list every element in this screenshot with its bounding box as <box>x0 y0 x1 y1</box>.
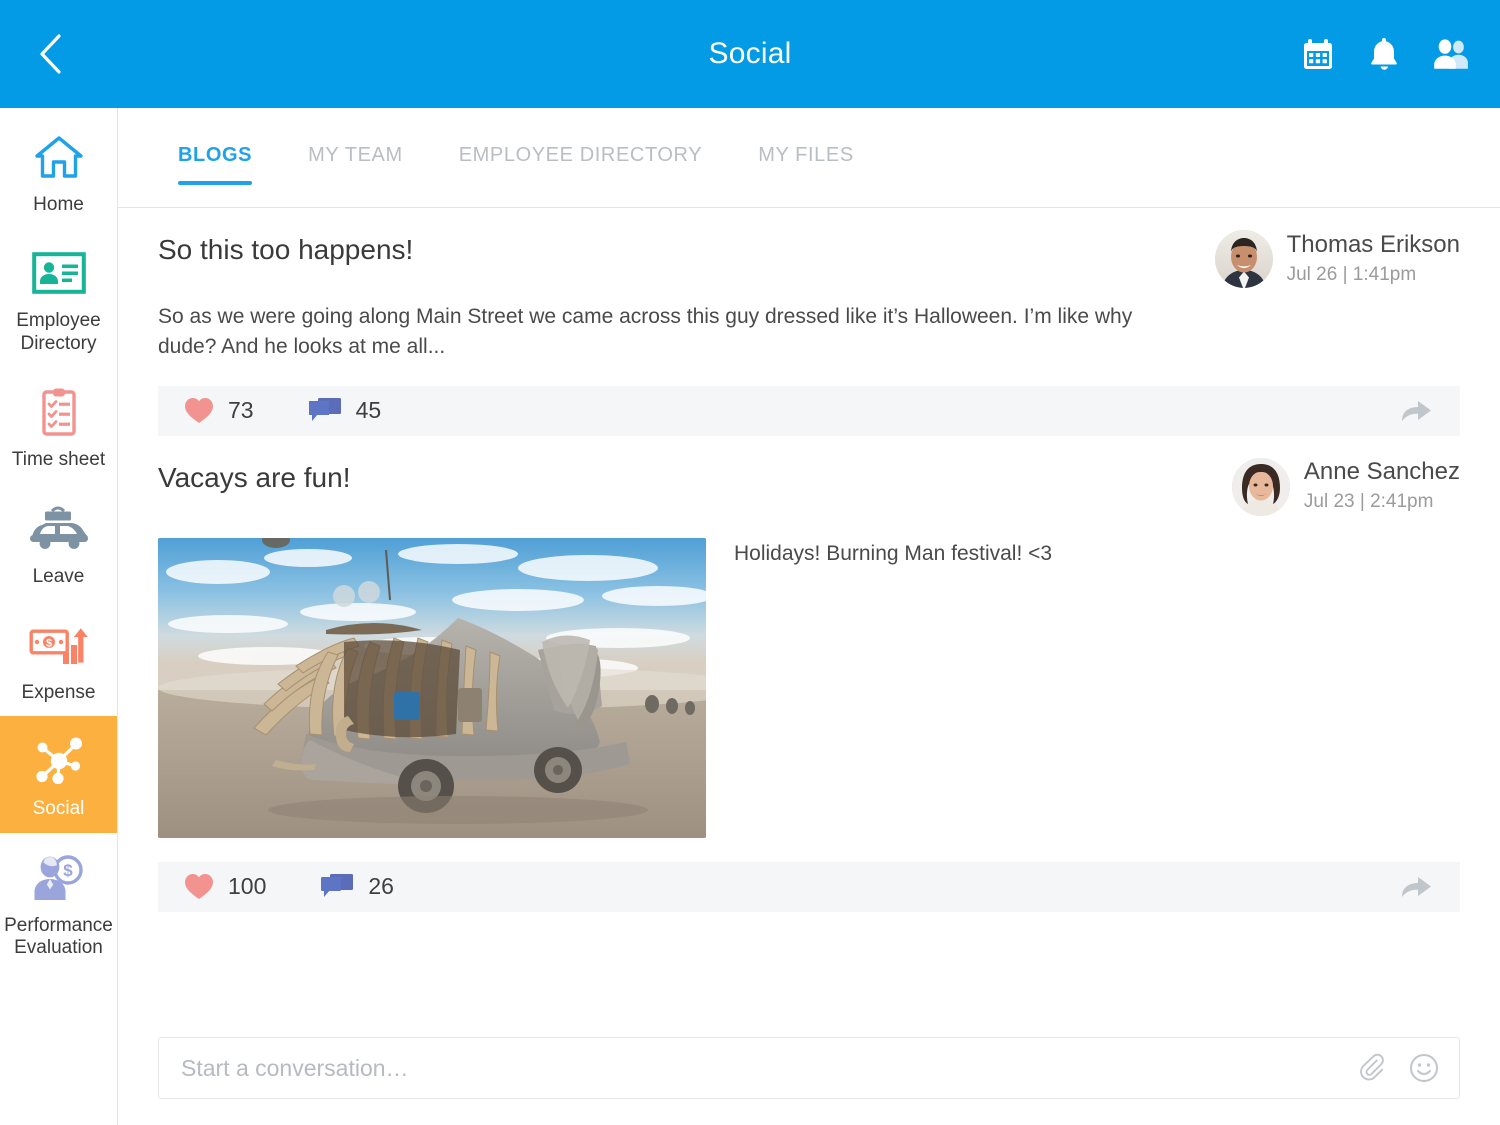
sidebar-item-performance-evaluation[interactable]: $ Performance Evaluation <box>0 833 117 972</box>
header-actions <box>1298 34 1500 74</box>
left-sidebar: Home Employee Directory Time sheet Leave… <box>0 108 118 1125</box>
clipboard-checklist-icon <box>37 383 81 441</box>
contacts-button[interactable] <box>1430 34 1470 74</box>
sidebar-item-label: Leave <box>32 565 85 587</box>
sidebar-item-employee-directory[interactable]: Employee Directory <box>0 228 117 367</box>
app-root: Social Home Employee Directory Time shee… <box>0 0 1500 1125</box>
post-header: Vacays are fun! Anne Sanchez Jul 23 | 2:… <box>158 457 1460 516</box>
calendar-button[interactable] <box>1298 34 1338 74</box>
avatar <box>1214 230 1273 288</box>
tab-blogs[interactable]: BLOGS <box>150 138 280 197</box>
body-container: Home Employee Directory Time sheet Leave… <box>0 108 1500 1125</box>
sidebar-item-home[interactable]: Home <box>0 112 117 228</box>
notifications-button[interactable] <box>1364 34 1404 74</box>
sidebar-item-label: Social <box>32 798 85 820</box>
comment-group[interactable]: 26 <box>320 873 394 901</box>
post-author[interactable]: Thomas Erikson Jul 26 | 1:41pm <box>1195 230 1460 288</box>
author-meta: Anne Sanchez Jul 23 | 2:41pm <box>1304 458 1460 514</box>
sidebar-item-label: Employee Directory <box>16 310 101 354</box>
attach-button[interactable] <box>1357 1053 1387 1083</box>
blog-post: So this too happens! Thomas Erikson Jul … <box>158 208 1460 436</box>
bell-icon <box>1371 38 1397 70</box>
like-count: 100 <box>228 873 267 900</box>
post-media-row: Holidays! Burning Man festival! <3 <box>158 537 1460 838</box>
composer-area <box>118 1037 1500 1125</box>
author-name: Thomas Erikson <box>1286 230 1460 258</box>
svg-text:$: $ <box>63 861 73 880</box>
heart-icon <box>185 398 213 424</box>
sidebar-item-time-sheet[interactable]: Time sheet <box>0 367 117 483</box>
post-photo[interactable] <box>158 537 706 838</box>
share-button[interactable] <box>1398 872 1434 902</box>
post-author[interactable]: Anne Sanchez Jul 23 | 2:41pm <box>1212 457 1460 516</box>
tab-my-team[interactable]: MY TEAM <box>280 138 431 197</box>
post-title: Vacays are fun! <box>158 461 351 493</box>
conversation-input[interactable] <box>181 1054 1357 1082</box>
like-group[interactable]: 73 <box>184 397 254 424</box>
avatar <box>1231 457 1290 516</box>
share-arrow-icon <box>1402 400 1431 421</box>
main-content: BLOGS MY TEAM EMPLOYEE DIRECTORY MY FILE… <box>118 108 1500 1125</box>
heart-icon <box>185 874 213 900</box>
svg-text:$: $ <box>45 637 51 649</box>
sidebar-item-social[interactable]: Social <box>0 716 117 833</box>
sidebar-item-label: Home <box>33 194 84 215</box>
blog-feed: So this too happens! Thomas Erikson Jul … <box>118 208 1500 1037</box>
paperclip-icon <box>1360 1053 1384 1081</box>
post-header: So this too happens! Thomas Erikson Jul … <box>158 230 1460 288</box>
blog-post: Vacays are fun! Anne Sanchez Jul 23 | 2:… <box>158 436 1460 912</box>
calendar-icon <box>1304 39 1332 69</box>
comment-count: 45 <box>355 397 382 424</box>
money-chart-icon: $ <box>29 616 89 674</box>
comment-icon <box>321 873 354 897</box>
car-luggage-icon <box>28 500 90 558</box>
network-nodes-icon <box>30 732 88 790</box>
emoji-button[interactable] <box>1409 1053 1439 1083</box>
tab-employee-directory[interactable]: EMPLOYEE DIRECTORY <box>431 138 730 197</box>
page-title: Social <box>708 37 792 70</box>
chevron-left-icon <box>40 34 61 74</box>
share-arrow-icon <box>1402 876 1431 897</box>
engagement-bar: 100 26 <box>158 861 1460 912</box>
back-button[interactable] <box>0 0 100 108</box>
sidebar-item-leave[interactable]: Leave <box>0 484 117 600</box>
engagement-bar: 73 45 <box>158 385 1460 436</box>
sidebar-item-label: Expense <box>21 682 96 704</box>
author-name: Anne Sanchez <box>1303 458 1460 486</box>
tab-my-files[interactable]: MY FILES <box>730 138 882 197</box>
post-date: Jul 23 | 2:41pm <box>1303 491 1434 513</box>
like-count: 73 <box>228 397 254 424</box>
top-header-bar: Social <box>0 0 1500 108</box>
sidebar-item-label: Time sheet <box>11 449 106 471</box>
share-button[interactable] <box>1398 396 1434 426</box>
post-title: So this too happens! <box>158 234 414 265</box>
author-meta: Thomas Erikson Jul 26 | 1:41pm <box>1287 231 1460 287</box>
comment-count: 26 <box>368 873 394 900</box>
sidebar-item-label: Performance Evaluation <box>4 914 113 959</box>
post-caption: Holidays! Burning Man festival! <3 <box>734 541 1053 565</box>
composer <box>158 1037 1460 1099</box>
sidebar-item-expense[interactable]: $ Expense <box>0 600 117 716</box>
id-card-icon <box>31 244 86 302</box>
like-group[interactable]: 100 <box>184 873 266 900</box>
composer-tools <box>1357 1053 1439 1083</box>
people-icon <box>1434 39 1468 69</box>
comment-group[interactable]: 45 <box>308 397 382 425</box>
comment-icon <box>308 397 341 421</box>
post-date: Jul 26 | 1:41pm <box>1286 263 1417 285</box>
tab-bar: BLOGS MY TEAM EMPLOYEE DIRECTORY MY FILE… <box>118 108 1500 208</box>
house-icon <box>34 128 84 186</box>
person-dollar-icon: $ <box>30 849 88 907</box>
post-body: So as we were going along Main Street we… <box>158 305 1133 358</box>
smiley-icon <box>1410 1054 1438 1082</box>
